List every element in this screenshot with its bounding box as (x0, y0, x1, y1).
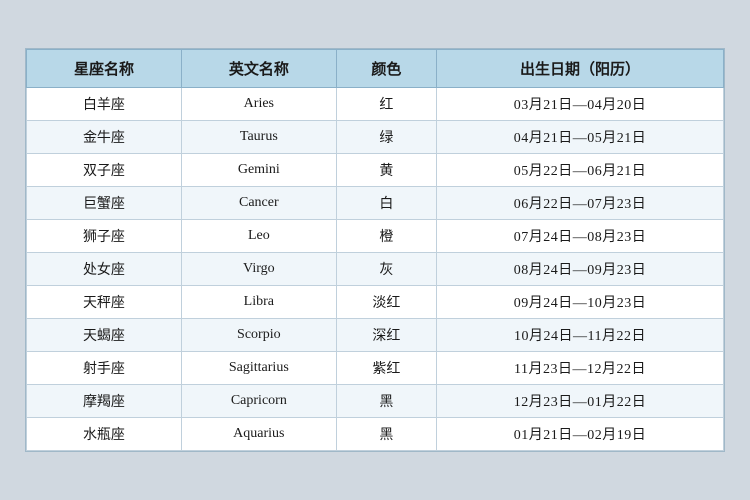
cell-date: 12月23日—01月22日 (437, 385, 724, 418)
cell-chinese: 金牛座 (27, 121, 182, 154)
cell-chinese: 处女座 (27, 253, 182, 286)
cell-english: Libra (181, 286, 336, 319)
cell-date: 11月23日—12月22日 (437, 352, 724, 385)
table-row: 金牛座Taurus绿04月21日—05月21日 (27, 121, 724, 154)
cell-english: Scorpio (181, 319, 336, 352)
cell-color: 黑 (336, 418, 436, 451)
cell-english: Aries (181, 88, 336, 121)
cell-chinese: 天秤座 (27, 286, 182, 319)
cell-color: 淡红 (336, 286, 436, 319)
table-header-row: 星座名称 英文名称 颜色 出生日期（阳历） (27, 50, 724, 88)
cell-color: 黄 (336, 154, 436, 187)
cell-english: Cancer (181, 187, 336, 220)
cell-chinese: 射手座 (27, 352, 182, 385)
cell-date: 10月24日—11月22日 (437, 319, 724, 352)
cell-english: Gemini (181, 154, 336, 187)
cell-color: 白 (336, 187, 436, 220)
header-date: 出生日期（阳历） (437, 50, 724, 88)
cell-color: 灰 (336, 253, 436, 286)
table-row: 天秤座Libra淡红09月24日—10月23日 (27, 286, 724, 319)
cell-english: Capricorn (181, 385, 336, 418)
cell-chinese: 摩羯座 (27, 385, 182, 418)
cell-color: 深红 (336, 319, 436, 352)
cell-date: 01月21日—02月19日 (437, 418, 724, 451)
cell-chinese: 水瓶座 (27, 418, 182, 451)
cell-date: 09月24日—10月23日 (437, 286, 724, 319)
table-row: 摩羯座Capricorn黑12月23日—01月22日 (27, 385, 724, 418)
cell-english: Virgo (181, 253, 336, 286)
cell-color: 橙 (336, 220, 436, 253)
table-row: 天蝎座Scorpio深红10月24日—11月22日 (27, 319, 724, 352)
cell-color: 绿 (336, 121, 436, 154)
cell-color: 紫红 (336, 352, 436, 385)
cell-date: 08月24日—09月23日 (437, 253, 724, 286)
table-row: 巨蟹座Cancer白06月22日—07月23日 (27, 187, 724, 220)
header-color: 颜色 (336, 50, 436, 88)
cell-chinese: 巨蟹座 (27, 187, 182, 220)
cell-color: 红 (336, 88, 436, 121)
cell-english: Taurus (181, 121, 336, 154)
header-english: 英文名称 (181, 50, 336, 88)
table-row: 射手座Sagittarius紫红11月23日—12月22日 (27, 352, 724, 385)
cell-date: 06月22日—07月23日 (437, 187, 724, 220)
cell-english: Aquarius (181, 418, 336, 451)
cell-english: Leo (181, 220, 336, 253)
cell-chinese: 双子座 (27, 154, 182, 187)
cell-chinese: 天蝎座 (27, 319, 182, 352)
cell-chinese: 狮子座 (27, 220, 182, 253)
cell-date: 05月22日—06月21日 (437, 154, 724, 187)
table-row: 狮子座Leo橙07月24日—08月23日 (27, 220, 724, 253)
zodiac-table-container: 星座名称 英文名称 颜色 出生日期（阳历） 白羊座Aries红03月21日—04… (25, 48, 725, 452)
cell-date: 07月24日—08月23日 (437, 220, 724, 253)
zodiac-table: 星座名称 英文名称 颜色 出生日期（阳历） 白羊座Aries红03月21日—04… (26, 49, 724, 451)
table-row: 处女座Virgo灰08月24日—09月23日 (27, 253, 724, 286)
table-row: 白羊座Aries红03月21日—04月20日 (27, 88, 724, 121)
cell-chinese: 白羊座 (27, 88, 182, 121)
cell-english: Sagittarius (181, 352, 336, 385)
table-row: 水瓶座Aquarius黑01月21日—02月19日 (27, 418, 724, 451)
header-chinese: 星座名称 (27, 50, 182, 88)
cell-date: 04月21日—05月21日 (437, 121, 724, 154)
cell-color: 黑 (336, 385, 436, 418)
table-row: 双子座Gemini黄05月22日—06月21日 (27, 154, 724, 187)
table-body: 白羊座Aries红03月21日—04月20日金牛座Taurus绿04月21日—0… (27, 88, 724, 451)
cell-date: 03月21日—04月20日 (437, 88, 724, 121)
